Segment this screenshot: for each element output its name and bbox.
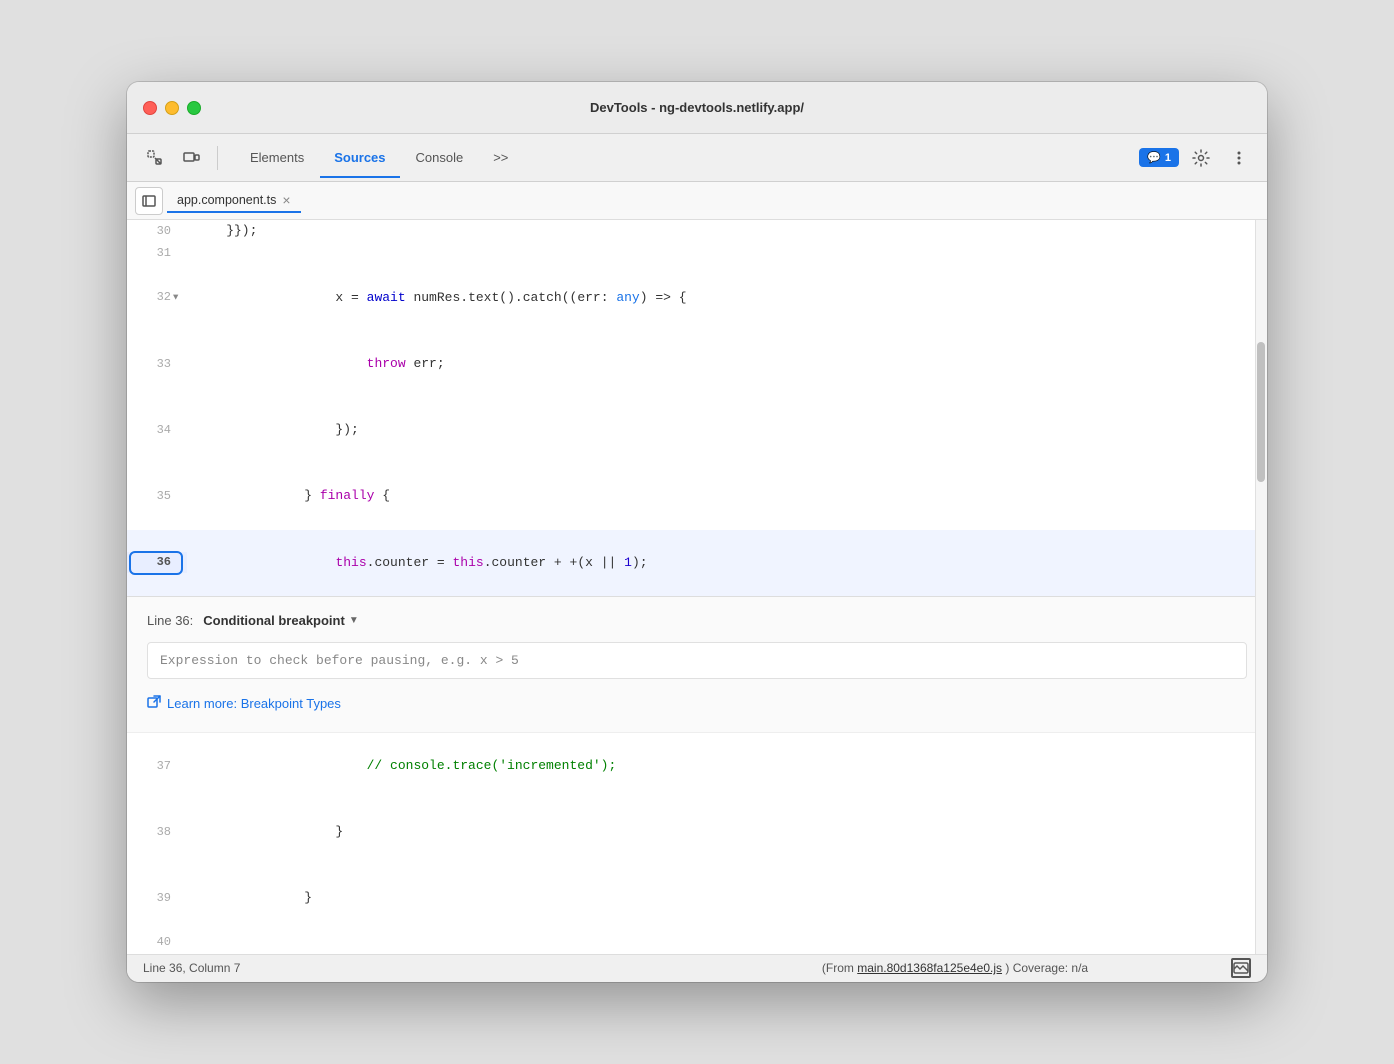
bp-type-selector[interactable]: Conditional breakpoint ▼ — [203, 613, 358, 628]
code-line-38: 38 } — [127, 799, 1267, 865]
bp-type-label: Conditional breakpoint — [203, 613, 345, 628]
devtools-toolbar: Elements Sources Console >> 💬 1 — [127, 134, 1267, 182]
settings-button[interactable] — [1185, 142, 1217, 174]
tab-nav: Elements Sources Console >> — [236, 144, 1135, 171]
maximize-button[interactable] — [187, 101, 201, 115]
notification-badge[interactable]: 💬 1 — [1139, 148, 1179, 167]
status-source: (From main.80d1368fa125e4e0.js ) Coverag… — [687, 961, 1223, 975]
breakpoint-panel: Line 36: Conditional breakpoint ▼ Expres… — [127, 596, 1267, 732]
file-tab-bar: app.component.ts × — [127, 182, 1267, 220]
inspect-element-button[interactable] — [139, 142, 171, 174]
code-line-36: 36 this.counter = this.counter + +(x || … — [127, 530, 1267, 596]
scrollbar-thumb[interactable] — [1257, 342, 1265, 482]
line-number-36[interactable]: 36 — [127, 552, 187, 572]
line-number-32[interactable]: 32 ▼ — [127, 287, 187, 307]
devtools-window: DevTools - ng-devtools.netlify.app/ Elem… — [127, 82, 1267, 981]
status-source-label: (From — [822, 961, 854, 975]
line-content-34: }); — [187, 397, 1267, 463]
line-number-35[interactable]: 35 — [127, 486, 187, 506]
title-bar: DevTools - ng-devtools.netlify.app/ — [127, 82, 1267, 134]
line-number-30[interactable]: 30 — [127, 221, 187, 241]
code-line-32: 32 ▼ x = await numRes.text().catch((err:… — [127, 264, 1267, 330]
line-number-39[interactable]: 39 — [127, 888, 187, 908]
device-toolbar-button[interactable] — [175, 142, 207, 174]
scrollbar[interactable] — [1255, 220, 1267, 953]
code-editor-after: 37 // console.trace('incremented'); 38 }… — [127, 732, 1267, 954]
status-source-suffix: ) — [1005, 961, 1009, 975]
traffic-lights — [143, 101, 201, 115]
line-content-32: x = await numRes.text().catch((err: any)… — [187, 264, 1267, 330]
toolbar-divider — [217, 146, 218, 170]
code-line-39: 39 } — [127, 865, 1267, 931]
line-content-36: this.counter = this.counter + +(x || 1); — [187, 530, 1267, 596]
screenshot-icon[interactable] — [1231, 958, 1251, 978]
file-tab-name: app.component.ts — [177, 193, 276, 207]
sidebar-toggle-button[interactable] — [135, 187, 163, 215]
code-line-31: 31 — [127, 242, 1267, 264]
code-line-35: 35 } finally { — [127, 463, 1267, 529]
tab-sources[interactable]: Sources — [320, 144, 399, 171]
more-options-button[interactable] — [1223, 142, 1255, 174]
bp-header: Line 36: Conditional breakpoint ▼ — [147, 613, 1247, 628]
tab-console[interactable]: Console — [402, 144, 478, 171]
minimize-button[interactable] — [165, 101, 179, 115]
line-content-30: }}); — [187, 220, 1267, 242]
bp-line-label: Line 36: — [147, 613, 193, 628]
status-position: Line 36, Column 7 — [143, 961, 679, 975]
line-content-35: } finally { — [187, 463, 1267, 529]
tab-elements[interactable]: Elements — [236, 144, 318, 171]
code-editor: 30 }}); 31 32 ▼ x = await numRes.text().… — [127, 220, 1267, 596]
toolbar-right: 💬 1 — [1139, 142, 1255, 174]
bp-dropdown-arrow: ▼ — [349, 615, 359, 626]
code-line-33: 33 throw err; — [127, 331, 1267, 397]
line-content-38: } — [187, 799, 1267, 865]
code-line-40: 40 — [127, 932, 1267, 954]
tab-more[interactable]: >> — [479, 144, 522, 171]
bp-learn-more-text: Learn more: Breakpoint Types — [167, 696, 341, 711]
status-source-file[interactable]: main.80d1368fa125e4e0.js — [857, 961, 1002, 975]
line-number-40[interactable]: 40 — [127, 932, 187, 952]
status-bar: Line 36, Column 7 (From main.80d1368fa12… — [127, 954, 1267, 982]
status-coverage: Coverage: n/a — [1013, 961, 1088, 975]
line-number-33[interactable]: 33 — [127, 354, 187, 374]
window-title: DevTools - ng-devtools.netlify.app/ — [590, 100, 804, 115]
bp-expression-input[interactable]: Expression to check before pausing, e.g.… — [147, 642, 1247, 679]
line-number-34[interactable]: 34 — [127, 420, 187, 440]
notification-icon: 💬 — [1147, 151, 1161, 164]
notification-count: 1 — [1165, 152, 1171, 164]
line-number-31[interactable]: 31 — [127, 243, 187, 263]
line-content-37: // console.trace('incremented'); — [187, 733, 1267, 799]
close-button[interactable] — [143, 101, 157, 115]
line-number-37[interactable]: 37 — [127, 756, 187, 776]
line-content-39: } — [187, 865, 1267, 931]
code-line-37: 37 // console.trace('incremented'); — [127, 733, 1267, 799]
code-line-34: 34 }); — [127, 397, 1267, 463]
bp-learn-more-link[interactable]: Learn more: Breakpoint Types — [147, 695, 1247, 712]
status-right — [1231, 958, 1251, 978]
line-number-38[interactable]: 38 — [127, 822, 187, 842]
code-line-30: 30 }}); — [127, 220, 1267, 242]
code-area: 30 }}); 31 32 ▼ x = await numRes.text().… — [127, 220, 1267, 953]
external-link-icon — [147, 695, 161, 712]
file-tab[interactable]: app.component.ts × — [167, 189, 301, 213]
line-content-33: throw err; — [187, 331, 1267, 397]
file-tab-close-button[interactable]: × — [282, 193, 290, 207]
